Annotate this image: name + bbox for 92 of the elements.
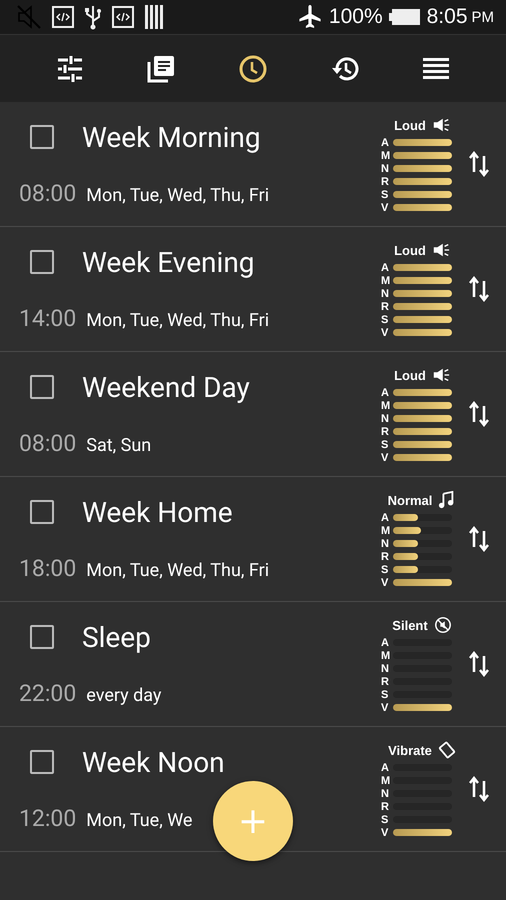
- channel-letter: M: [381, 774, 392, 786]
- channel-letter: M: [381, 524, 392, 536]
- channel-letter: V: [381, 826, 390, 838]
- schedule-days: Mon, Tue, Wed, Thu, Fri: [86, 560, 270, 581]
- channel-letter: V: [381, 452, 390, 464]
- checkbox[interactable]: [30, 125, 54, 149]
- mode-label: Loud: [394, 242, 426, 258]
- usb-icon: [84, 4, 102, 30]
- mode-label: Normal: [388, 492, 432, 508]
- schedule-title: Week Morning: [82, 120, 261, 154]
- channel-letter: R: [381, 300, 390, 312]
- schedule-title: Week Noon: [82, 746, 225, 778]
- channel-letter: S: [381, 814, 390, 826]
- code-icon: [112, 6, 134, 28]
- schedule-days: every day: [86, 685, 162, 706]
- channel-letter: M: [381, 400, 392, 412]
- mode-label: Vibrate: [388, 742, 432, 758]
- channel-letter: M: [381, 274, 392, 286]
- schedule-title: Week Evening: [82, 246, 254, 278]
- channel-letter: A: [381, 762, 390, 774]
- mode-label: Silent: [392, 618, 428, 632]
- channel-letter: N: [381, 162, 390, 174]
- channel-letter: R: [381, 676, 390, 688]
- library-icon: [147, 54, 176, 82]
- schedule-title: Sleep: [82, 620, 151, 654]
- channel-letter: S: [381, 688, 390, 700]
- code-icon: [52, 6, 74, 28]
- silent-icon: [434, 616, 452, 634]
- sliders-icon: [56, 54, 84, 82]
- channel-letter: V: [381, 202, 390, 214]
- channel-letter: R: [381, 550, 390, 562]
- music-note-icon: [438, 491, 456, 509]
- schedule-days: Mon, Tue, Wed, Thu, Fri: [86, 310, 270, 331]
- channel-letter: A: [381, 136, 390, 148]
- channel-letter: N: [381, 412, 390, 424]
- channel-letter: S: [381, 564, 390, 576]
- mode-label: Loud: [394, 118, 426, 132]
- schedule-time: 08:00: [19, 180, 76, 207]
- channel-letter: M: [381, 650, 392, 662]
- checkbox[interactable]: [30, 250, 54, 274]
- airplane-icon: [296, 4, 323, 30]
- schedule-title: Week Home: [82, 496, 233, 528]
- schedule-title: Weekend Day: [82, 370, 250, 404]
- checkbox[interactable]: [30, 500, 54, 524]
- muted-speaker-icon: [16, 4, 42, 30]
- channel-letter: V: [381, 702, 390, 714]
- schedule-time: 22:00: [19, 680, 76, 707]
- clock-period: PM: [472, 8, 494, 26]
- speaker-icon: [432, 366, 450, 384]
- mode-label: Loud: [394, 368, 426, 382]
- channel-letter: M: [381, 150, 392, 162]
- channel-letter: N: [381, 538, 390, 550]
- reorder-icon[interactable]: [468, 650, 490, 678]
- schedule-days: Mon, Tue, Wed, Thu, Fri: [86, 185, 270, 206]
- channel-letter: S: [381, 188, 390, 200]
- schedule-time: 18:00: [19, 555, 76, 582]
- reorder-icon[interactable]: [468, 275, 490, 303]
- schedule-days: Mon, Tue, We: [86, 810, 192, 831]
- channel-letter: N: [381, 662, 390, 674]
- schedule-days: Sat, Sun: [86, 435, 152, 456]
- checkbox[interactable]: [30, 375, 54, 399]
- channel-letter: R: [381, 176, 390, 188]
- channel-letter: S: [381, 438, 390, 450]
- checkbox[interactable]: [30, 625, 54, 649]
- barcode-icon: [144, 4, 164, 30]
- channel-letter: S: [381, 314, 390, 326]
- channel-letter: A: [381, 512, 390, 524]
- history-icon: [330, 54, 359, 82]
- channel-letter: A: [381, 636, 390, 648]
- schedule-time: 12:00: [19, 805, 76, 832]
- reorder-icon[interactable]: [468, 400, 490, 428]
- clock-icon: [238, 54, 267, 82]
- channel-letter: N: [381, 788, 390, 800]
- schedule-time: 08:00: [19, 430, 76, 457]
- vibrate-icon: [438, 741, 456, 759]
- speaker-icon: [432, 241, 450, 259]
- channel-letter: A: [381, 386, 390, 398]
- battery-icon: [388, 8, 421, 26]
- reorder-icon[interactable]: [468, 150, 490, 178]
- channel-letter: V: [381, 576, 390, 588]
- schedule-time: 14:00: [19, 305, 76, 332]
- battery-percent: 100%: [328, 5, 383, 29]
- channel-letter: R: [381, 800, 390, 812]
- channel-letter: A: [381, 262, 390, 274]
- reorder-icon[interactable]: [468, 525, 490, 553]
- channel-letter: R: [381, 426, 390, 438]
- checkbox[interactable]: [30, 750, 54, 774]
- channel-letter: V: [381, 326, 390, 338]
- clock-time: 8:05: [426, 5, 468, 29]
- reorder-icon[interactable]: [468, 775, 490, 803]
- speaker-icon: [432, 116, 450, 134]
- channel-letter: N: [381, 288, 390, 300]
